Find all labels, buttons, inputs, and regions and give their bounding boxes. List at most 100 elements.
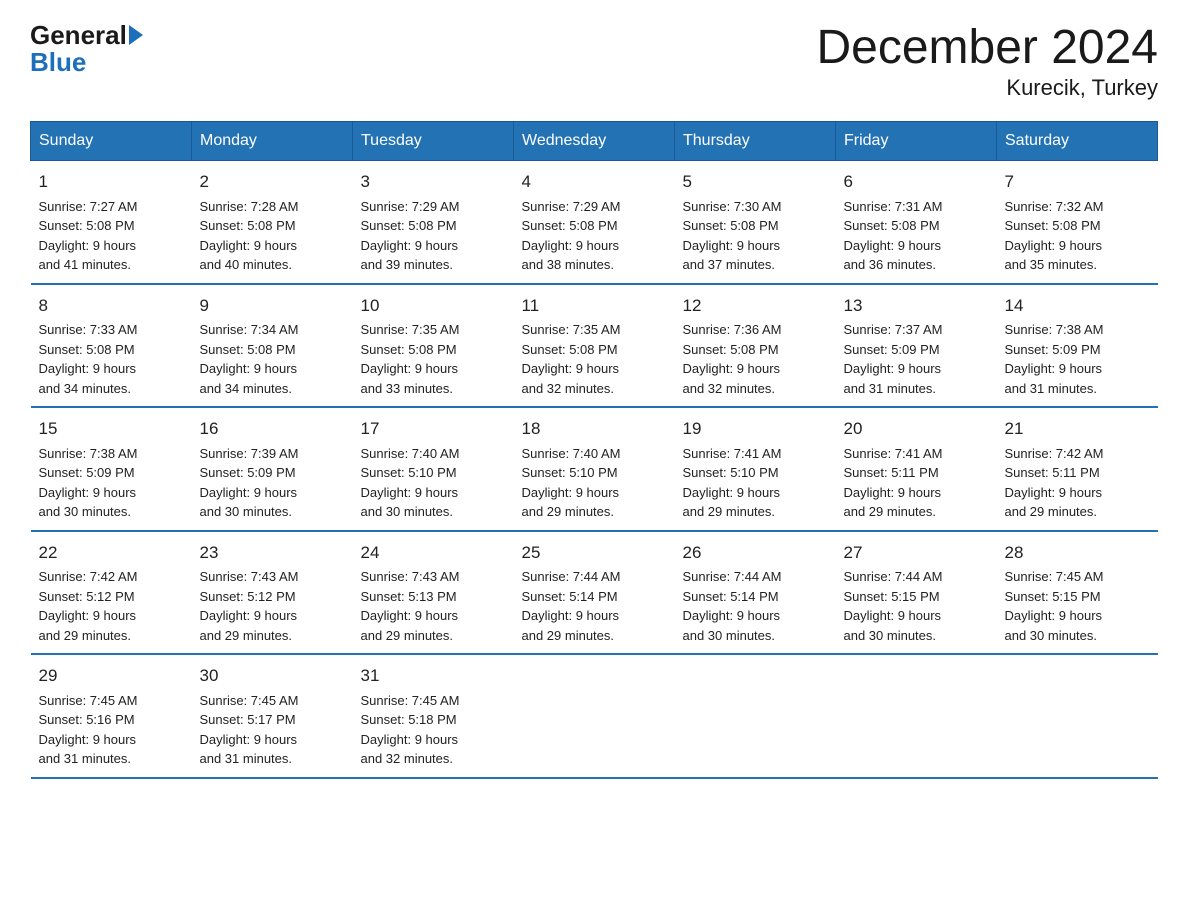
logo-arrow-icon [129,25,143,45]
day-daylight: Daylight: 9 hoursand 34 minutes. [200,361,298,396]
day-sunrise: Sunrise: 7:37 AM [844,322,943,337]
day-sunrise: Sunrise: 7:28 AM [200,199,299,214]
day-sunrise: Sunrise: 7:43 AM [361,569,460,584]
calendar-day-cell: 26 Sunrise: 7:44 AM Sunset: 5:14 PM Dayl… [675,531,836,655]
calendar-day-cell [514,654,675,778]
day-sunrise: Sunrise: 7:32 AM [1005,199,1104,214]
day-sunrise: Sunrise: 7:43 AM [200,569,299,584]
calendar-day-cell: 2 Sunrise: 7:28 AM Sunset: 5:08 PM Dayli… [192,161,353,284]
day-sunrise: Sunrise: 7:45 AM [361,693,460,708]
day-sunset: Sunset: 5:11 PM [844,465,939,480]
day-daylight: Daylight: 9 hoursand 31 minutes. [200,732,298,767]
day-sunset: Sunset: 5:08 PM [844,218,940,233]
day-daylight: Daylight: 9 hoursand 38 minutes. [522,238,620,273]
day-number: 21 [1005,416,1150,442]
day-number: 12 [683,293,828,319]
day-sunset: Sunset: 5:09 PM [39,465,135,480]
calendar-day-cell: 10 Sunrise: 7:35 AM Sunset: 5:08 PM Dayl… [353,284,514,408]
day-daylight: Daylight: 9 hoursand 30 minutes. [39,485,137,520]
day-number: 8 [39,293,184,319]
calendar-day-cell: 9 Sunrise: 7:34 AM Sunset: 5:08 PM Dayli… [192,284,353,408]
day-daylight: Daylight: 9 hoursand 39 minutes. [361,238,459,273]
day-number: 28 [1005,540,1150,566]
calendar-week-row: 8 Sunrise: 7:33 AM Sunset: 5:08 PM Dayli… [31,284,1158,408]
day-sunset: Sunset: 5:17 PM [200,712,296,727]
day-daylight: Daylight: 9 hoursand 33 minutes. [361,361,459,396]
calendar-day-cell [675,654,836,778]
day-number: 3 [361,169,506,195]
page-title: December 2024 [816,20,1158,75]
day-sunrise: Sunrise: 7:45 AM [39,693,138,708]
day-number: 31 [361,663,506,689]
day-daylight: Daylight: 9 hoursand 35 minutes. [1005,238,1103,273]
day-sunset: Sunset: 5:08 PM [361,218,457,233]
calendar-day-cell [836,654,997,778]
calendar-day-cell [997,654,1158,778]
day-sunrise: Sunrise: 7:44 AM [683,569,782,584]
day-sunset: Sunset: 5:08 PM [39,218,135,233]
day-sunset: Sunset: 5:09 PM [844,342,940,357]
calendar-day-cell: 4 Sunrise: 7:29 AM Sunset: 5:08 PM Dayli… [514,161,675,284]
day-sunrise: Sunrise: 7:41 AM [844,446,943,461]
calendar-day-cell: 21 Sunrise: 7:42 AM Sunset: 5:11 PM Dayl… [997,407,1158,531]
day-number: 19 [683,416,828,442]
day-sunrise: Sunrise: 7:45 AM [200,693,299,708]
day-number: 13 [844,293,989,319]
day-number: 2 [200,169,345,195]
calendar-table: Sunday Monday Tuesday Wednesday Thursday… [30,121,1158,779]
day-sunset: Sunset: 5:16 PM [39,712,135,727]
day-daylight: Daylight: 9 hoursand 41 minutes. [39,238,137,273]
day-sunrise: Sunrise: 7:29 AM [522,199,621,214]
day-daylight: Daylight: 9 hoursand 31 minutes. [1005,361,1103,396]
day-sunrise: Sunrise: 7:36 AM [683,322,782,337]
day-sunrise: Sunrise: 7:30 AM [683,199,782,214]
day-number: 14 [1005,293,1150,319]
calendar-header-row: Sunday Monday Tuesday Wednesday Thursday… [31,122,1158,161]
calendar-day-cell: 23 Sunrise: 7:43 AM Sunset: 5:12 PM Dayl… [192,531,353,655]
day-daylight: Daylight: 9 hoursand 32 minutes. [361,732,459,767]
day-sunrise: Sunrise: 7:44 AM [522,569,621,584]
day-number: 27 [844,540,989,566]
page-subtitle: Kurecik, Turkey [816,75,1158,101]
day-sunset: Sunset: 5:08 PM [39,342,135,357]
day-number: 22 [39,540,184,566]
day-sunrise: Sunrise: 7:42 AM [39,569,138,584]
day-sunset: Sunset: 5:12 PM [200,589,296,604]
calendar-day-cell: 31 Sunrise: 7:45 AM Sunset: 5:18 PM Dayl… [353,654,514,778]
calendar-day-cell: 18 Sunrise: 7:40 AM Sunset: 5:10 PM Dayl… [514,407,675,531]
calendar-day-cell: 13 Sunrise: 7:37 AM Sunset: 5:09 PM Dayl… [836,284,997,408]
day-sunset: Sunset: 5:08 PM [200,218,296,233]
day-number: 11 [522,293,667,319]
calendar-day-cell: 27 Sunrise: 7:44 AM Sunset: 5:15 PM Dayl… [836,531,997,655]
calendar-week-row: 22 Sunrise: 7:42 AM Sunset: 5:12 PM Dayl… [31,531,1158,655]
day-sunrise: Sunrise: 7:42 AM [1005,446,1104,461]
day-number: 15 [39,416,184,442]
calendar-day-cell: 6 Sunrise: 7:31 AM Sunset: 5:08 PM Dayli… [836,161,997,284]
calendar-day-cell: 15 Sunrise: 7:38 AM Sunset: 5:09 PM Dayl… [31,407,192,531]
header-friday: Friday [836,122,997,161]
day-sunset: Sunset: 5:14 PM [683,589,779,604]
header-tuesday: Tuesday [353,122,514,161]
header-saturday: Saturday [997,122,1158,161]
day-sunset: Sunset: 5:13 PM [361,589,457,604]
calendar-day-cell: 11 Sunrise: 7:35 AM Sunset: 5:08 PM Dayl… [514,284,675,408]
day-sunrise: Sunrise: 7:40 AM [361,446,460,461]
day-daylight: Daylight: 9 hoursand 32 minutes. [522,361,620,396]
calendar-day-cell: 22 Sunrise: 7:42 AM Sunset: 5:12 PM Dayl… [31,531,192,655]
header-monday: Monday [192,122,353,161]
day-sunrise: Sunrise: 7:38 AM [39,446,138,461]
calendar-day-cell: 24 Sunrise: 7:43 AM Sunset: 5:13 PM Dayl… [353,531,514,655]
day-daylight: Daylight: 9 hoursand 34 minutes. [39,361,137,396]
day-daylight: Daylight: 9 hoursand 30 minutes. [361,485,459,520]
calendar-day-cell: 16 Sunrise: 7:39 AM Sunset: 5:09 PM Dayl… [192,407,353,531]
day-number: 4 [522,169,667,195]
calendar-day-cell: 8 Sunrise: 7:33 AM Sunset: 5:08 PM Dayli… [31,284,192,408]
day-daylight: Daylight: 9 hoursand 30 minutes. [1005,608,1103,643]
day-sunset: Sunset: 5:18 PM [361,712,457,727]
day-sunset: Sunset: 5:08 PM [522,342,618,357]
day-sunrise: Sunrise: 7:33 AM [39,322,138,337]
day-sunset: Sunset: 5:08 PM [200,342,296,357]
calendar-day-cell: 12 Sunrise: 7:36 AM Sunset: 5:08 PM Dayl… [675,284,836,408]
day-sunrise: Sunrise: 7:35 AM [361,322,460,337]
day-number: 23 [200,540,345,566]
